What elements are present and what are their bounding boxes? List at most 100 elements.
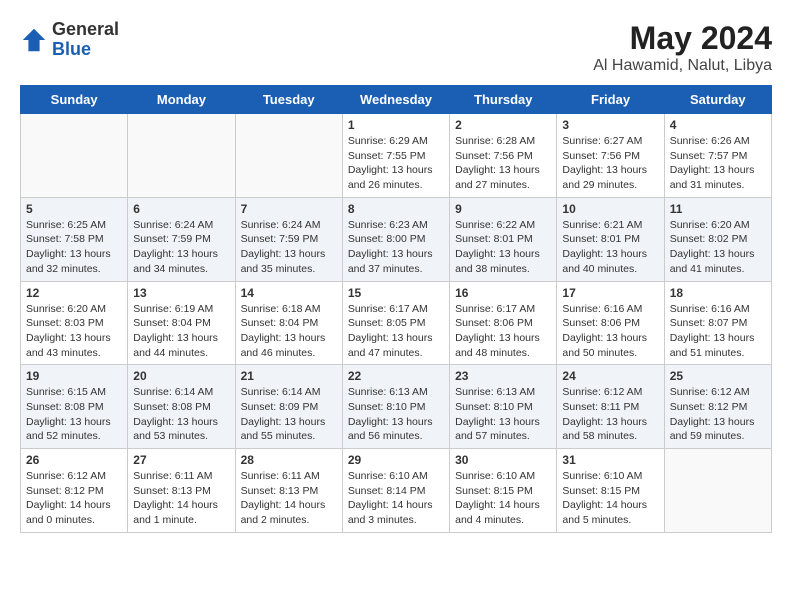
- calendar-cell: 7Sunrise: 6:24 AMSunset: 7:59 PMDaylight…: [235, 197, 342, 281]
- day-info: Sunrise: 6:25 AMSunset: 7:58 PMDaylight:…: [26, 218, 122, 277]
- calendar-cell: 24 Sunrise: 6:12 AMSunset: 8:11 PMDayligh…: [557, 365, 664, 449]
- day-number: 6: [133, 202, 229, 216]
- day-info: Sunrise: 6:19 AMSunset: 8:04 PMDaylight:…: [133, 302, 229, 361]
- calendar-cell: 27 Sunrise: 6:11 AMSunset: 8:13 PMDayligh…: [128, 449, 235, 533]
- page-header: General Blue May 2024 Al Hawamid, Nalut,…: [20, 20, 772, 75]
- day-header-wednesday: Wednesday: [342, 86, 449, 114]
- day-info: Sunrise: 6:24 AMSunset: 7:59 PMDaylight:…: [133, 218, 229, 277]
- calendar-cell: 29 Sunrise: 6:10 AMSunset: 8:14 PMDayligh…: [342, 449, 449, 533]
- day-number: 21: [241, 369, 337, 383]
- day-number: 18: [670, 286, 766, 300]
- week-row-2: 5Sunrise: 6:25 AMSunset: 7:58 PMDaylight…: [21, 197, 772, 281]
- day-info: Sunrise: 6:27 AMSunset: 7:56 PMDaylight:…: [562, 134, 658, 193]
- calendar-title: May 2024: [593, 20, 772, 57]
- day-info: Sunrise: 6:22 AMSunset: 8:01 PMDaylight:…: [455, 218, 551, 277]
- day-number: 23: [455, 369, 551, 383]
- day-number: 15: [348, 286, 444, 300]
- calendar-cell: 12 Sunrise: 6:20 AMSunset: 8:03 PMDayligh…: [21, 281, 128, 365]
- day-number: 28: [241, 453, 337, 467]
- day-header-saturday: Saturday: [664, 86, 771, 114]
- calendar-cell: 25 Sunrise: 6:12 AMSunset: 8:12 PMDayligh…: [664, 365, 771, 449]
- day-number: 9: [455, 202, 551, 216]
- day-info: Sunrise: 6:16 AMSunset: 8:06 PMDaylight:…: [562, 302, 658, 361]
- day-header-friday: Friday: [557, 86, 664, 114]
- calendar-table: SundayMondayTuesdayWednesdayThursdayFrid…: [20, 85, 772, 533]
- day-number: 17: [562, 286, 658, 300]
- calendar-cell: 11Sunrise: 6:20 AMSunset: 8:02 PMDayligh…: [664, 197, 771, 281]
- day-number: 13: [133, 286, 229, 300]
- day-info: Sunrise: 6:12 AMSunset: 8:12 PMDaylight:…: [26, 469, 122, 528]
- day-number: 10: [562, 202, 658, 216]
- calendar-cell: 3 Sunrise: 6:27 AMSunset: 7:56 PMDaylight…: [557, 114, 664, 198]
- day-info: Sunrise: 6:17 AMSunset: 8:06 PMDaylight:…: [455, 302, 551, 361]
- calendar-cell: 14 Sunrise: 6:18 AMSunset: 8:04 PMDayligh…: [235, 281, 342, 365]
- calendar-cell: 19 Sunrise: 6:15 AMSunset: 8:08 PMDayligh…: [21, 365, 128, 449]
- day-info: Sunrise: 6:13 AMSunset: 8:10 PMDaylight:…: [348, 385, 444, 444]
- day-info: Sunrise: 6:15 AMSunset: 8:08 PMDaylight:…: [26, 385, 122, 444]
- day-info: Sunrise: 6:12 AMSunset: 8:12 PMDaylight:…: [670, 385, 766, 444]
- day-info: Sunrise: 6:18 AMSunset: 8:04 PMDaylight:…: [241, 302, 337, 361]
- day-number: 3: [562, 118, 658, 132]
- day-number: 19: [26, 369, 122, 383]
- day-number: 16: [455, 286, 551, 300]
- day-info: Sunrise: 6:26 AMSunset: 7:57 PMDaylight:…: [670, 134, 766, 193]
- title-block: May 2024 Al Hawamid, Nalut, Libya: [593, 20, 772, 75]
- week-row-5: 26 Sunrise: 6:12 AMSunset: 8:12 PMDayligh…: [21, 449, 772, 533]
- day-header-row: SundayMondayTuesdayWednesdayThursdayFrid…: [21, 86, 772, 114]
- day-info: Sunrise: 6:20 AMSunset: 8:03 PMDaylight:…: [26, 302, 122, 361]
- calendar-cell: 21 Sunrise: 6:14 AMSunset: 8:09 PMDayligh…: [235, 365, 342, 449]
- calendar-cell: 5Sunrise: 6:25 AMSunset: 7:58 PMDaylight…: [21, 197, 128, 281]
- day-info: Sunrise: 6:28 AMSunset: 7:56 PMDaylight:…: [455, 134, 551, 193]
- week-row-1: 1 Sunrise: 6:29 AMSunset: 7:55 PMDaylight…: [21, 114, 772, 198]
- day-info: Sunrise: 6:24 AMSunset: 7:59 PMDaylight:…: [241, 218, 337, 277]
- calendar-cell: 10Sunrise: 6:21 AMSunset: 8:01 PMDayligh…: [557, 197, 664, 281]
- logo: General Blue: [20, 20, 119, 60]
- calendar-cell: [235, 114, 342, 198]
- day-number: 4: [670, 118, 766, 132]
- day-info: Sunrise: 6:14 AMSunset: 8:09 PMDaylight:…: [241, 385, 337, 444]
- day-number: 27: [133, 453, 229, 467]
- day-info: Sunrise: 6:29 AMSunset: 7:55 PMDaylight:…: [348, 134, 444, 193]
- day-number: 12: [26, 286, 122, 300]
- day-number: 11: [670, 202, 766, 216]
- day-header-thursday: Thursday: [450, 86, 557, 114]
- day-info: Sunrise: 6:12 AMSunset: 8:11 PMDaylight:…: [562, 385, 658, 444]
- day-info: Sunrise: 6:16 AMSunset: 8:07 PMDaylight:…: [670, 302, 766, 361]
- calendar-subtitle: Al Hawamid, Nalut, Libya: [593, 57, 772, 75]
- day-number: 14: [241, 286, 337, 300]
- day-number: 1: [348, 118, 444, 132]
- calendar-cell: 17 Sunrise: 6:16 AMSunset: 8:06 PMDayligh…: [557, 281, 664, 365]
- logo-general: General: [52, 20, 119, 40]
- calendar-cell: 30Sunrise: 6:10 AMSunset: 8:15 PMDayligh…: [450, 449, 557, 533]
- calendar-cell: 13 Sunrise: 6:19 AMSunset: 8:04 PMDayligh…: [128, 281, 235, 365]
- calendar-cell: 4 Sunrise: 6:26 AMSunset: 7:57 PMDaylight…: [664, 114, 771, 198]
- day-number: 31: [562, 453, 658, 467]
- calendar-cell: 8Sunrise: 6:23 AMSunset: 8:00 PMDaylight…: [342, 197, 449, 281]
- week-row-4: 19 Sunrise: 6:15 AMSunset: 8:08 PMDayligh…: [21, 365, 772, 449]
- day-number: 22: [348, 369, 444, 383]
- day-info: Sunrise: 6:17 AMSunset: 8:05 PMDaylight:…: [348, 302, 444, 361]
- logo-blue: Blue: [52, 40, 119, 60]
- calendar-cell: 9 Sunrise: 6:22 AMSunset: 8:01 PMDaylight…: [450, 197, 557, 281]
- calendar-cell: 23Sunrise: 6:13 AMSunset: 8:10 PMDayligh…: [450, 365, 557, 449]
- calendar-cell: 31Sunrise: 6:10 AMSunset: 8:15 PMDayligh…: [557, 449, 664, 533]
- day-number: 24: [562, 369, 658, 383]
- day-number: 25: [670, 369, 766, 383]
- calendar-cell: 6 Sunrise: 6:24 AMSunset: 7:59 PMDaylight…: [128, 197, 235, 281]
- week-row-3: 12 Sunrise: 6:20 AMSunset: 8:03 PMDayligh…: [21, 281, 772, 365]
- day-info: Sunrise: 6:10 AMSunset: 8:14 PMDaylight:…: [348, 469, 444, 528]
- calendar-cell: 20 Sunrise: 6:14 AMSunset: 8:08 PMDayligh…: [128, 365, 235, 449]
- calendar-cell: 26 Sunrise: 6:12 AMSunset: 8:12 PMDayligh…: [21, 449, 128, 533]
- day-number: 20: [133, 369, 229, 383]
- day-number: 26: [26, 453, 122, 467]
- day-number: 30: [455, 453, 551, 467]
- day-number: 29: [348, 453, 444, 467]
- calendar-cell: 16 Sunrise: 6:17 AMSunset: 8:06 PMDayligh…: [450, 281, 557, 365]
- calendar-cell: 28Sunrise: 6:11 AMSunset: 8:13 PMDayligh…: [235, 449, 342, 533]
- day-info: Sunrise: 6:23 AMSunset: 8:00 PMDaylight:…: [348, 218, 444, 277]
- calendar-cell: 1 Sunrise: 6:29 AMSunset: 7:55 PMDaylight…: [342, 114, 449, 198]
- calendar-cell: 2 Sunrise: 6:28 AMSunset: 7:56 PMDaylight…: [450, 114, 557, 198]
- day-info: Sunrise: 6:11 AMSunset: 8:13 PMDaylight:…: [133, 469, 229, 528]
- day-number: 2: [455, 118, 551, 132]
- day-info: Sunrise: 6:14 AMSunset: 8:08 PMDaylight:…: [133, 385, 229, 444]
